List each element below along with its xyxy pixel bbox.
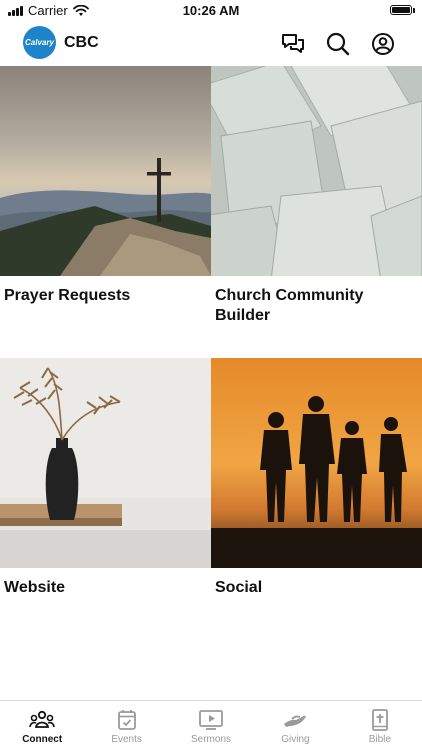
church-community-builder-image: [211, 66, 422, 276]
tab-label: Connect: [22, 734, 63, 745]
tab-giving[interactable]: Giving: [253, 701, 337, 751]
tile-label: Website: [4, 579, 66, 596]
chat-icon[interactable]: [280, 31, 306, 57]
profile-icon[interactable]: [370, 31, 396, 57]
tab-connect[interactable]: Connect: [0, 701, 84, 751]
hand-icon: [284, 715, 307, 727]
app-title: CBC: [64, 34, 99, 51]
tab-label: Events: [111, 734, 142, 745]
tile-website[interactable]: Website: [0, 358, 211, 650]
tab-sermons[interactable]: Sermons: [169, 701, 253, 751]
search-icon[interactable]: [325, 31, 351, 57]
app-header: Calvary CBC: [0, 22, 422, 66]
logo-text: Calvary: [25, 38, 54, 47]
battery-icon: [390, 5, 415, 15]
website-image: [0, 358, 211, 568]
prayer-requests-image: [0, 66, 211, 276]
bible-icon: [371, 709, 388, 731]
tile-label: Social: [215, 579, 263, 596]
tab-events[interactable]: Events: [84, 701, 168, 751]
tile-church-community-builder[interactable]: Church Community Builder: [211, 66, 422, 358]
tab-bible[interactable]: Bible: [338, 701, 422, 751]
church-logo[interactable]: Calvary: [23, 26, 56, 59]
tab-label: Sermons: [191, 734, 232, 745]
tile-label: Church Community Builder: [215, 287, 364, 324]
status-time: 10:26 AM: [182, 3, 240, 18]
calendar-icon: [117, 710, 136, 730]
tab-bar: Connect Events Sermons Giving Bible: [0, 700, 422, 751]
tab-label: Bible: [368, 734, 391, 745]
play-icon: [199, 710, 223, 730]
social-image: [211, 358, 422, 568]
status-bar: Carrier 10:26 AM: [0, 0, 422, 22]
people-icon: [29, 710, 55, 728]
tile-prayer-requests[interactable]: Prayer Requests: [0, 66, 211, 358]
tile-label: Prayer Requests: [4, 287, 131, 304]
tile-social[interactable]: Social: [211, 358, 422, 650]
tab-label: Giving: [281, 734, 310, 745]
